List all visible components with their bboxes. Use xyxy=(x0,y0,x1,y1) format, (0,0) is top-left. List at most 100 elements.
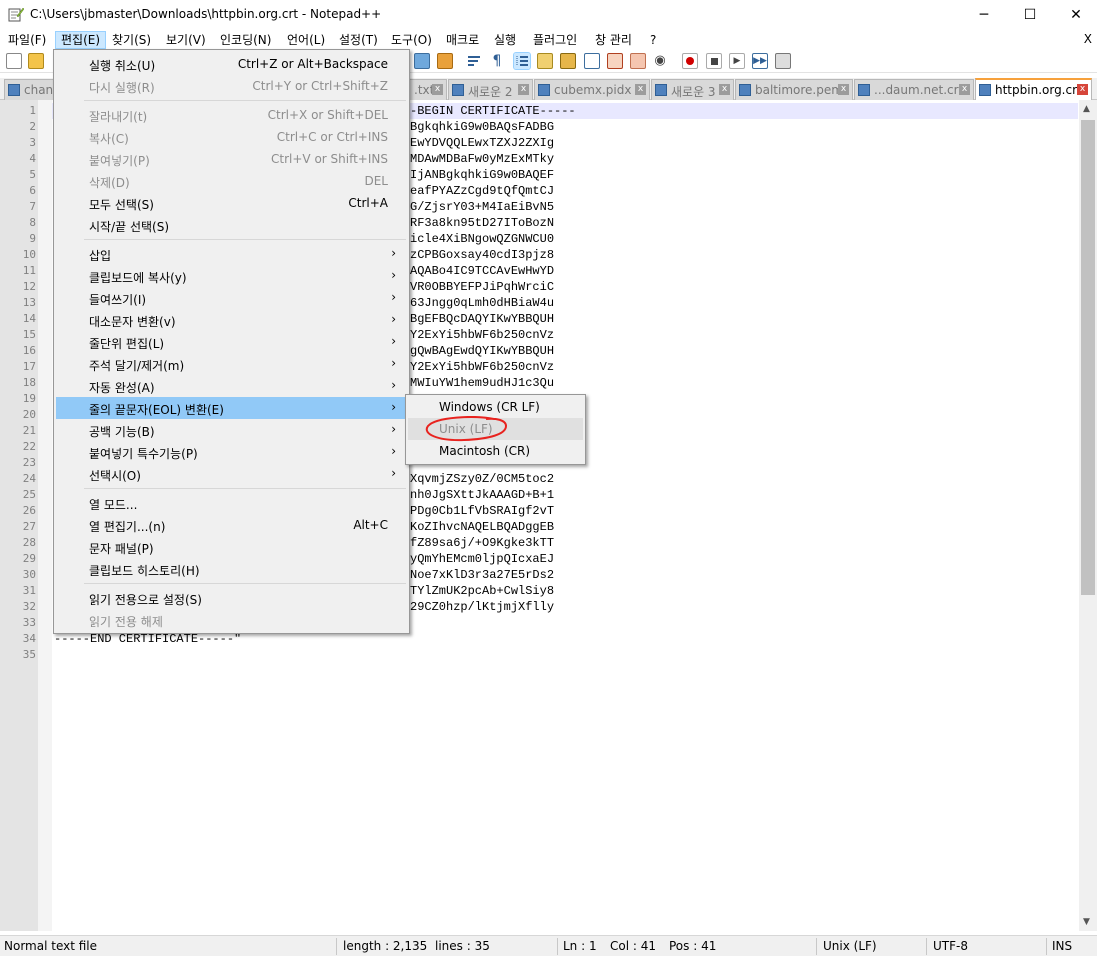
menu-item-label: 열 모드... xyxy=(89,498,138,512)
open-file-icon[interactable] xyxy=(28,53,44,69)
edit-menu-item[interactable]: 다시 실행(R) Ctrl+Y or Ctrl+Shift+Z xyxy=(56,75,407,97)
close-tab-icon[interactable]: x xyxy=(719,84,730,95)
close-window-button[interactable]: ✕ xyxy=(1053,0,1097,29)
notepadpp-app-icon xyxy=(8,7,24,22)
edit-menu-item[interactable]: 선택시(O) › xyxy=(56,463,407,485)
menu-settings[interactable]: 설정(T) xyxy=(334,31,383,49)
line-number: 25 xyxy=(22,488,36,501)
close-tab-icon[interactable]: x xyxy=(959,84,970,95)
edit-menu-item[interactable]: 시작/끝 선택(S) xyxy=(56,214,407,236)
menu-language[interactable]: 언어(L) xyxy=(282,31,330,49)
tab-label: 새로운 3 xyxy=(671,85,716,99)
menu-tools[interactable]: 도구(O) xyxy=(386,31,437,49)
record-macro-icon[interactable] xyxy=(682,53,698,69)
edit-menu-item[interactable]: 줄단위 편집(L) › xyxy=(56,331,407,353)
tab-new-2[interactable]: 새로운 2 x xyxy=(448,79,533,100)
close-tab-icon[interactable]: x xyxy=(635,84,646,95)
sync-horizontal-icon[interactable] xyxy=(437,53,453,69)
close-document-button[interactable]: X xyxy=(1084,32,1092,46)
edit-menu-item[interactable]: 들여쓰기(I) › xyxy=(56,287,407,309)
stop-macro-icon[interactable] xyxy=(706,53,722,69)
edit-menu-item[interactable]: 삽입 › xyxy=(56,243,407,265)
edit-menu-item[interactable]: 문자 패널(P) xyxy=(56,536,407,558)
tab-httpbin-org-crt[interactable]: httpbin.org.crt x xyxy=(975,78,1092,100)
document-map-icon[interactable] xyxy=(560,53,576,69)
edit-menu-item[interactable]: 공백 기능(B) › xyxy=(56,419,407,441)
edit-menu-item[interactable]: 줄의 끝문자(EOL) 변환(E) › xyxy=(56,397,407,419)
tab-cubemx-pidx[interactable]: cubemx.pidx x xyxy=(534,79,650,100)
menu-plugins[interactable]: 플러그인 xyxy=(528,31,582,49)
menu-encoding[interactable]: 인코딩(N) xyxy=(215,31,276,49)
maximize-button[interactable]: ☐ xyxy=(1007,0,1053,29)
indent-guide-icon[interactable] xyxy=(513,52,531,70)
menu-run[interactable]: 실행 xyxy=(489,31,521,49)
menu-separator xyxy=(84,100,406,101)
tab-chan[interactable]: chan xyxy=(4,79,54,100)
edit-menu-item[interactable]: 모두 선택(S) Ctrl+A xyxy=(56,192,407,214)
sync-scroll-icon[interactable] xyxy=(414,53,430,69)
menu-help[interactable]: ? xyxy=(645,31,661,49)
encoding-status[interactable]: UTF-8 xyxy=(933,939,968,953)
edit-menu-item[interactable]: 읽기 전용으로 설정(S) xyxy=(56,587,407,609)
menu-search[interactable]: 찾기(S) xyxy=(107,31,156,49)
menu-edit[interactable]: 편집(E) xyxy=(55,31,107,49)
menu-window[interactable]: 창 관리 xyxy=(590,31,637,49)
tab-label: chan xyxy=(24,83,54,97)
new-file-icon[interactable] xyxy=(6,53,22,69)
tab-new-3[interactable]: 새로운 3 x xyxy=(651,79,734,100)
scroll-up-icon[interactable]: ▲ xyxy=(1083,104,1090,114)
file-icon xyxy=(538,84,550,96)
eol-macintosh-option[interactable]: Macintosh (CR) xyxy=(408,440,583,462)
code-line: Y2ExYi5hbWF6b250cnVz xyxy=(410,360,555,374)
edit-menu-item[interactable]: 잘라내기(t) Ctrl+X or Shift+DEL xyxy=(56,104,407,126)
edit-menu-item[interactable]: 대소문자 변환(v) › xyxy=(56,309,407,331)
folder-as-workspace-icon[interactable] xyxy=(607,53,623,69)
scroll-down-icon[interactable]: ▼ xyxy=(1083,917,1090,927)
word-wrap-icon[interactable] xyxy=(466,53,482,69)
edit-menu-item[interactable]: 붙여넣기 특수기능(P) › xyxy=(56,441,407,463)
menu-file[interactable]: 파일(F) xyxy=(3,31,51,49)
scrollbar-thumb[interactable] xyxy=(1081,120,1095,595)
close-tab-icon[interactable]: x xyxy=(518,84,529,95)
edit-menu-item[interactable]: 복사(C) Ctrl+C or Ctrl+INS xyxy=(56,126,407,148)
tab-daum-net-crt[interactable]: ...daum.net.crt x xyxy=(854,79,974,100)
edit-menu-item[interactable]: 주석 달기/제거(m) › xyxy=(56,353,407,375)
eol-windows-option[interactable]: Windows (CR LF) xyxy=(408,396,583,418)
play-macro-multiple-icon[interactable]: ▶▶ xyxy=(752,53,768,69)
menu-macro[interactable]: 매크로 xyxy=(441,31,484,49)
edit-menu-item[interactable]: 붙여넣기(P) Ctrl+V or Shift+INS xyxy=(56,148,407,170)
edit-menu-item[interactable]: 삭제(D) DEL xyxy=(56,170,407,192)
edit-menu-item[interactable]: 열 모드... xyxy=(56,492,407,514)
edit-menu-item[interactable]: 읽기 전용 해제 xyxy=(56,609,407,631)
code-line: EwYDVQQLEwxTZXJ2ZXIg xyxy=(410,136,555,150)
minimize-button[interactable]: ─ xyxy=(961,0,1007,29)
code-line: KoZIhvcNAQELBQADggEB xyxy=(410,520,555,534)
code-line: fZ89sa6j/+O9Kgke3kTT xyxy=(410,536,555,550)
menu-item-shortcut: Ctrl+C or Ctrl+INS xyxy=(276,130,388,144)
close-tab-icon[interactable]: x xyxy=(432,84,443,95)
monitoring-icon[interactable] xyxy=(630,53,646,69)
submenu-arrow-icon: › xyxy=(391,312,396,326)
show-all-characters-icon[interactable]: ¶ xyxy=(489,53,505,69)
language-icon[interactable] xyxy=(537,53,553,69)
edit-menu-item[interactable]: 클립보드 히스토리(H) xyxy=(56,558,407,580)
play-macro-icon[interactable]: ▶ xyxy=(729,53,745,69)
edit-menu-item[interactable]: 열 편집기...(n) Alt+C xyxy=(56,514,407,536)
menu-item-label: 클립보드 히스토리(H) xyxy=(89,564,200,578)
function-list-icon[interactable] xyxy=(584,53,600,69)
menu-view[interactable]: 보기(V) xyxy=(161,31,211,49)
close-tab-icon[interactable]: x xyxy=(838,84,849,95)
eye-icon[interactable]: ◉ xyxy=(652,53,668,69)
code-line: XqvmjZSzy0Z/0CM5toc2 xyxy=(410,472,555,486)
eol-status[interactable]: Unix (LF) xyxy=(823,939,877,953)
edit-menu-item[interactable]: 실행 취소(U) Ctrl+Z or Alt+Backspace xyxy=(56,53,407,75)
edit-menu-item[interactable]: 자동 완성(A) › xyxy=(56,375,407,397)
file-icon xyxy=(739,84,751,96)
code-line: Noe7xKlD3r3a27E5rDs2 xyxy=(410,568,555,582)
tab-baltimore-pem[interactable]: baltimore.pem x xyxy=(735,79,853,100)
submenu-arrow-icon: › xyxy=(391,290,396,304)
edit-menu-item[interactable]: 클립보드에 복사(y) › xyxy=(56,265,407,287)
menu-item-shortcut: Ctrl+V or Shift+INS xyxy=(271,152,388,166)
save-macro-icon[interactable] xyxy=(775,53,791,69)
close-tab-icon[interactable]: x xyxy=(1077,84,1088,95)
